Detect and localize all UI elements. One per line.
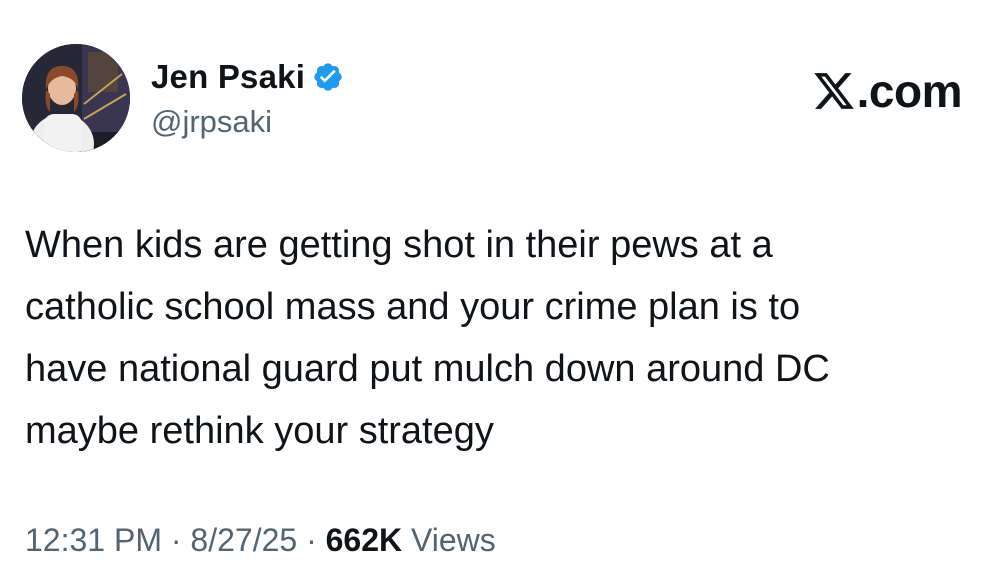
tweet-meta: 12:31 PM · 8/27/25 · 662K Views <box>25 522 496 559</box>
tweet-text-line: have national guard put mulch down aroun… <box>25 348 830 390</box>
meta-separator: · <box>161 522 191 558</box>
views-count[interactable]: 662K <box>326 522 403 558</box>
avatar[interactable] <box>22 44 130 152</box>
post-date[interactable]: 8/27/25 <box>190 522 297 558</box>
tweet-card: Jen Psaki @jrpsaki .com When kids are ge… <box>0 0 1000 588</box>
meta-separator: · <box>297 522 326 558</box>
tweet-text-line: When kids are getting shot in their pews… <box>25 224 773 266</box>
brand-domain-text: .com <box>856 65 963 117</box>
author-block: Jen Psaki @jrpsaki <box>151 56 344 140</box>
tweet-text-line: catholic school mass and your crime plan… <box>25 286 801 328</box>
post-time[interactable]: 12:31 PM <box>25 522 162 558</box>
user-handle[interactable]: @jrpsaki <box>151 104 344 140</box>
name-row: Jen Psaki <box>151 56 344 98</box>
tweet-text: When kids are getting shot in their pews… <box>25 214 975 462</box>
brand-watermark: .com <box>812 64 963 118</box>
tweet-text-line: maybe rethink your strategy <box>25 410 494 452</box>
avatar-photo <box>22 44 130 152</box>
verified-badge-icon[interactable] <box>312 61 344 93</box>
views-label: Views <box>411 522 496 558</box>
x-logo-icon <box>812 69 856 113</box>
display-name[interactable]: Jen Psaki <box>151 58 305 96</box>
